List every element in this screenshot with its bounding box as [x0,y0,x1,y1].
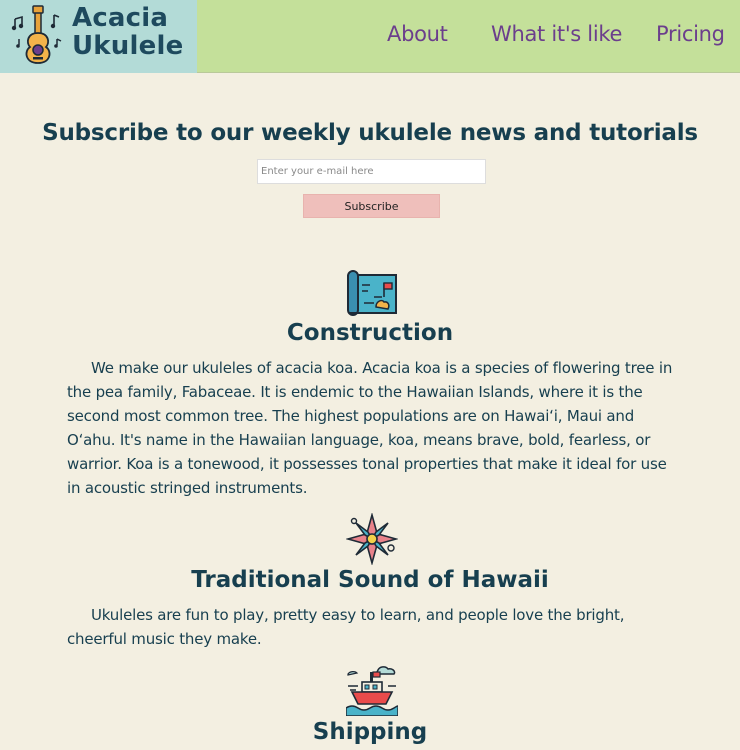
brand[interactable]: Acacia Ukulele [0,0,197,73]
section-text-sound: Ukuleles are fun to play, pretty easy to… [67,606,625,648]
ukulele-logo-icon [11,5,62,64]
flower-icon [346,513,398,565]
email-field[interactable] [257,159,486,184]
nav-link-what-its-like[interactable]: What it's like [491,22,622,46]
subscribe-heading: Subscribe to our weekly ukulele news and… [42,120,698,146]
brand-name-line2: Ukulele [72,31,184,61]
map-icon [347,270,397,316]
subscribe-button[interactable]: Subscribe [303,194,440,218]
section-title-construction: Construction [286,320,454,346]
nav-link-about[interactable]: About [387,22,448,46]
section-title-shipping: Shipping [312,719,428,745]
section-text-construction: We make our ukuleles of acacia koa. Acac… [67,359,673,497]
section-title-sound: Traditional Sound of Hawaii [191,567,549,593]
brand-name-line1: Acacia [72,3,169,33]
ship-icon [346,666,398,716]
nav-link-pricing[interactable]: Pricing [656,22,725,46]
site-header: Acacia Ukulele About What it's like Pric… [0,0,740,73]
brand-name: Acacia Ukulele [72,4,183,60]
